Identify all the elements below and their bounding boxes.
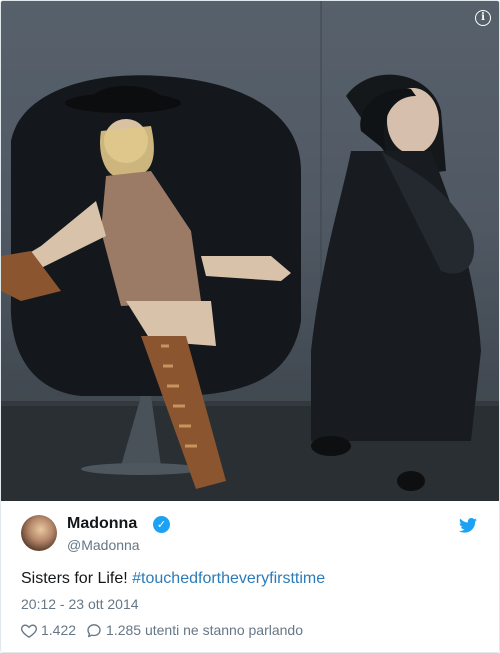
author-handle[interactable]: @Madonna [67,537,140,553]
speech-bubble-icon [87,623,101,637]
photo-illustration [1,1,499,501]
tweet-text: Sisters for Life! #touchedfortheveryfirs… [21,570,325,588]
tweet-timestamp[interactable]: 20:12 - 23 ott 2014 [21,596,139,612]
tweet-text-plain: Sisters for Life! [21,570,133,587]
author-name[interactable]: Madonna [67,515,137,533]
like-count: 1.422 [41,622,77,638]
tweet-actions: 1.422 1.285 utenti ne stanno parlando [21,622,313,638]
like-action[interactable]: 1.422 [21,622,76,638]
heart-icon [21,623,37,638]
info-icon[interactable]: i [475,10,491,26]
avatar[interactable] [21,515,57,551]
verified-badge-icon: ✓ [153,516,170,533]
hashtag-link[interactable]: #touchedfortheveryfirsttime [132,570,325,587]
talking-action[interactable]: 1.285 utenti ne stanno parlando [86,622,303,638]
talking-count: 1.285 utenti ne stanno parlando [106,622,303,638]
twitter-bird-icon[interactable] [459,518,477,533]
tweet-photo[interactable]: i [1,1,499,501]
tweet-card: i Madonna ✓ @Madonna Sisters for Life! #… [0,0,500,653]
